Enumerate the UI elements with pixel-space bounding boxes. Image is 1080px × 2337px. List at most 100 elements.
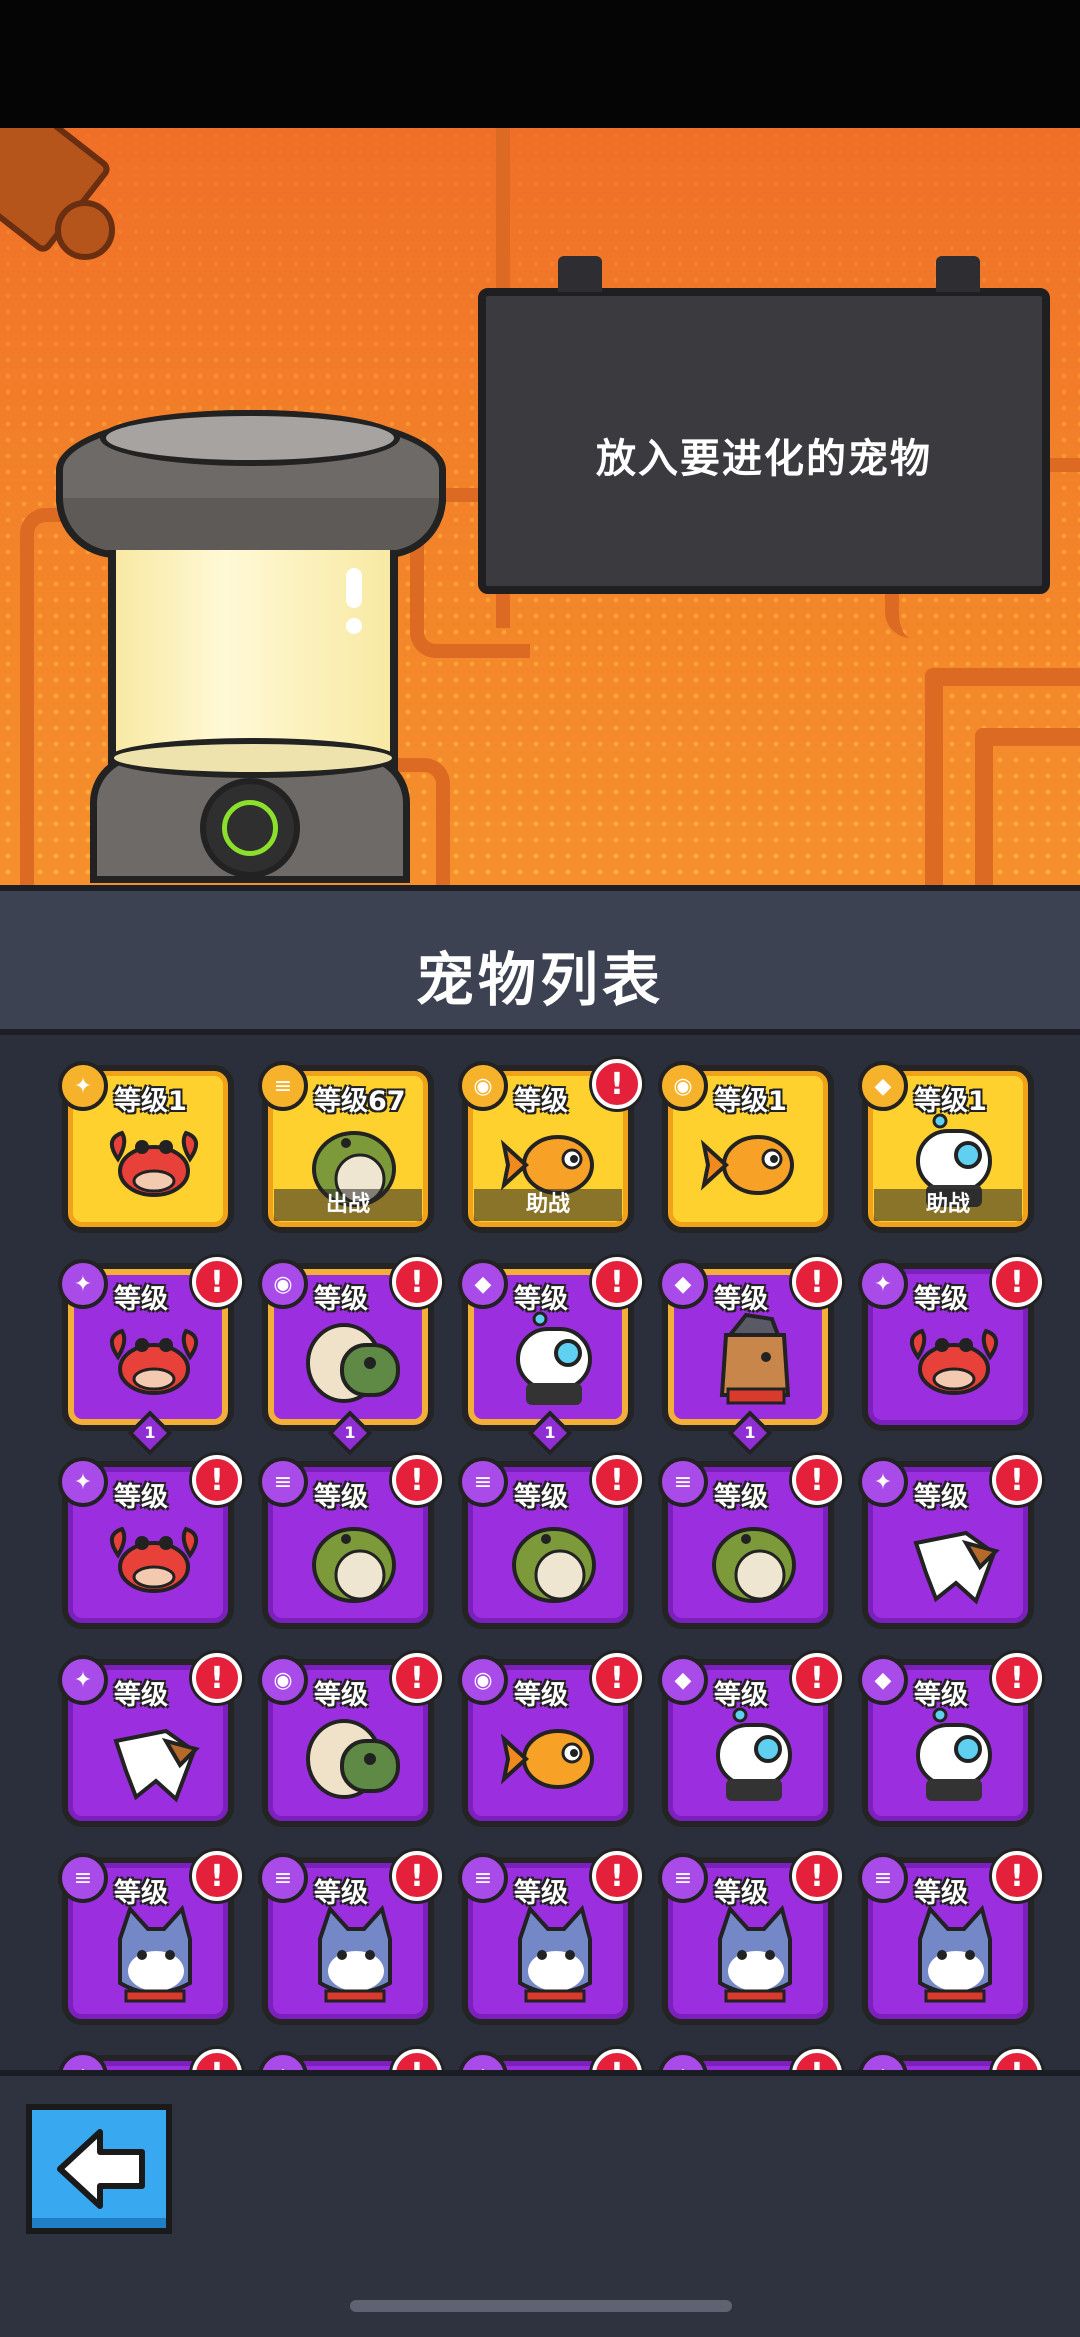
fox-icon: ◆	[258, 2051, 308, 2070]
pet-card[interactable]: ✦ 等级!	[858, 1257, 1042, 1431]
pet-level: 等级	[114, 1482, 168, 1513]
gauge-icon	[200, 778, 300, 878]
alert-icon: !	[992, 2049, 1042, 2070]
pet-level: 等级	[514, 1878, 568, 1909]
alert-icon: !	[392, 1257, 442, 1307]
pet-level: 等级1	[714, 1086, 787, 1117]
alert-icon: !	[992, 1653, 1042, 1703]
pet-card[interactable]: ◆等级!	[258, 2049, 442, 2070]
pet-level: 等级	[114, 1680, 168, 1711]
pet-card[interactable]: ◉ 等级! 助战	[458, 1059, 642, 1233]
pet-level: 等级	[314, 1878, 368, 1909]
pet-card[interactable]: ≡ 等级!	[658, 1455, 842, 1629]
alert-icon: !	[392, 1653, 442, 1703]
cat-icon	[318, 1904, 392, 2003]
pet-level: 等级	[914, 1284, 968, 1315]
alert-icon: !	[792, 1851, 842, 1901]
pet-card[interactable]: ✦ 等级1	[58, 1061, 234, 1233]
pet-level: 等级	[514, 1086, 568, 1117]
fox-icon: ◆	[58, 2051, 108, 2070]
pet-status-tag: 助战	[874, 1189, 1022, 1221]
bottle-cap	[55, 200, 115, 260]
pet-grid[interactable]: ✦ 等级1 ≡ 等级67 出战 ◉ 等级! 助战 ◉ 等级1 ◆ 等级1 助战 ✦ 等级! 1 ◉ 等级! 1 ◆ 等级…	[0, 1035, 1080, 2070]
alert-icon: !	[592, 1851, 642, 1901]
wolf-icon: ✦	[58, 1061, 108, 1111]
pet-card[interactable]: ≡ 等级!	[258, 1455, 442, 1629]
pet-card[interactable]: ◉ 等级1	[658, 1061, 834, 1233]
dog-icon	[719, 1312, 791, 1405]
pet-card[interactable]: ◆等级!	[458, 2049, 642, 2070]
pet-card[interactable]: ◆ 等级1 助战	[858, 1061, 1034, 1233]
pet-card[interactable]: ≡ 等级!	[458, 1851, 642, 2025]
pet-card[interactable]: ◆等级!	[858, 2049, 1042, 2070]
wolf-icon: ✦	[858, 1457, 908, 1507]
pet-level: 等级	[514, 1284, 568, 1315]
pet-card[interactable]: ≡ 等级!	[858, 1851, 1042, 2025]
back-button[interactable]	[26, 2104, 172, 2234]
robot-icon	[716, 1707, 792, 1801]
pet-card[interactable]: ◆等级!	[658, 2049, 842, 2070]
turtle-icon: ◉	[458, 1061, 508, 1111]
pet-card[interactable]: ✦ 等级!	[858, 1455, 1042, 1629]
coin-stack-icon: ≡	[258, 1061, 308, 1111]
wall-pipe	[975, 728, 1080, 885]
pet-card[interactable]: ◆ 等级! 1	[458, 1257, 642, 1456]
pet-card[interactable]: ◆等级!	[858, 1653, 1042, 1827]
pet-card[interactable]: ≡ 等级!	[658, 1851, 842, 2025]
pet-card[interactable]: ◆等级!	[58, 2049, 242, 2070]
pet-card[interactable]: ≡ 等级!	[258, 1851, 442, 2025]
footer-bar	[0, 2070, 1080, 2337]
pet-card[interactable]: ≡ 等级67 出战	[258, 1061, 434, 1233]
coin-stack-icon: ≡	[858, 1853, 908, 1903]
frog-icon	[712, 1527, 796, 1603]
coin-stack-icon: ≡	[458, 1853, 508, 1903]
pet-card[interactable]: ≡ 等级!	[58, 1851, 242, 2025]
pet-card[interactable]: ✦ 等级! 1	[58, 1257, 242, 1456]
pet-level: 等级	[714, 1878, 768, 1909]
pet-level: 等级	[314, 1284, 368, 1315]
robot-icon	[516, 1311, 592, 1405]
pet-level: 等级	[514, 1680, 568, 1711]
pet-level: 等级	[114, 1284, 168, 1315]
pet-card[interactable]: ◆ 等级! 1	[658, 1257, 842, 1456]
pet-level: 等级	[314, 1680, 368, 1711]
coin-stack-icon: ≡	[458, 1457, 508, 1507]
alert-icon: !	[992, 1851, 1042, 1901]
board-hook	[558, 256, 602, 292]
pet-card[interactable]: ≡ 等级!	[458, 1455, 642, 1629]
coin-stack-icon: ≡	[658, 1457, 708, 1507]
fox-icon: ◆	[658, 2051, 708, 2070]
wolf-icon: ✦	[858, 1259, 908, 1309]
alert-icon: !	[592, 1257, 642, 1307]
pet-card[interactable]: ✦ 等级!	[58, 1455, 242, 1629]
wolf-icon: ✦	[58, 1655, 108, 1705]
star-badge: 1	[527, 1410, 573, 1456]
tube-shine	[346, 618, 362, 634]
alert-icon: !	[392, 1455, 442, 1505]
pet-card[interactable]: ◉ 等级! 1	[258, 1257, 442, 1456]
board-text: 放入要进化的宠物	[596, 436, 932, 482]
pet-status-tag: 出战	[274, 1189, 422, 1221]
pet-card[interactable]: ◉ 等级!	[258, 1653, 442, 1827]
pet-card[interactable]: ◆等级!	[658, 1653, 842, 1827]
alert-icon: !	[192, 1455, 242, 1505]
coin-stack-icon: ≡	[258, 1457, 308, 1507]
alert-icon: !	[192, 1653, 242, 1703]
wolf-icon: ✦	[58, 1259, 108, 1309]
alert-icon: !	[592, 1455, 642, 1505]
alert-icon: !	[792, 1653, 842, 1703]
evolution-scene: 放入要进化的宠物	[0, 128, 1080, 885]
crab-icon	[110, 1526, 198, 1593]
pet-card[interactable]: ◉ 等级!	[458, 1653, 642, 1827]
alert-icon: !	[992, 1257, 1042, 1307]
coin-stack-icon: ≡	[658, 1853, 708, 1903]
pet-card[interactable]: ✦ 等级!	[58, 1653, 242, 1827]
star-count: 1	[744, 1423, 756, 1442]
alert-icon: !	[792, 1455, 842, 1505]
crab-icon	[110, 1130, 198, 1197]
tube-shine	[346, 568, 362, 608]
alert-icon: !	[792, 1257, 842, 1307]
eagle-icon	[913, 1530, 1000, 1605]
cat-icon	[518, 1904, 592, 2003]
crab-icon	[910, 1328, 998, 1395]
